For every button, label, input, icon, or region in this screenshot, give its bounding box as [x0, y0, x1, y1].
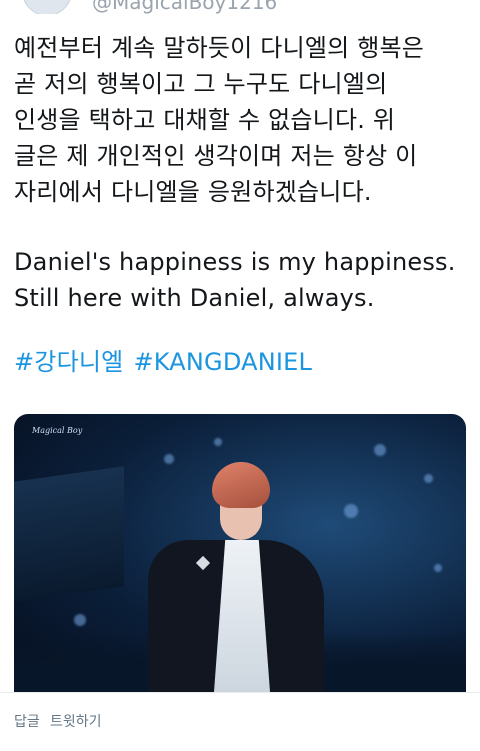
user-handle[interactable]: @MagicalBoy1216: [92, 0, 277, 14]
stage-light: [344, 504, 358, 518]
tweet-button[interactable]: 트윗하기: [50, 711, 102, 731]
piano-silhouette: [14, 466, 124, 602]
stage-light: [434, 564, 442, 572]
stage-light: [214, 438, 222, 446]
tweet-text-korean: 예전부터 계속 말하듯이 다니엘의 행복은 곧 저의 행복이고 그 누구도 다니…: [14, 34, 425, 206]
stage-light: [74, 614, 86, 626]
stage-light: [424, 474, 433, 483]
tweet-action-bar: 답글 트윗하기: [0, 692, 480, 751]
photo-watermark: Magical Boy: [32, 426, 83, 435]
avatar[interactable]: [22, 0, 72, 14]
stage-light: [374, 444, 386, 456]
hashtag-link-kangdaniel-en[interactable]: #KANGDANIEL: [133, 348, 312, 376]
performer-hair: [212, 462, 270, 508]
hashtag-link-kangdaniel-ko[interactable]: #강다니엘: [14, 348, 123, 376]
tweet-photo[interactable]: Magical Boy: [14, 414, 466, 692]
reply-button[interactable]: 답글: [14, 711, 40, 731]
tweet-body: 예전부터 계속 말하듯이 다니엘의 행복은 곧 저의 행복이고 그 누구도 다니…: [14, 30, 470, 380]
performer-figure: [134, 454, 334, 692]
hashtag-list: #강다니엘 #KANGDANIEL: [14, 344, 470, 380]
tweet-header: @MagicalBoy1216: [0, 0, 480, 14]
tweet-text-english: Daniel's happiness is my happiness. Stil…: [14, 248, 456, 312]
